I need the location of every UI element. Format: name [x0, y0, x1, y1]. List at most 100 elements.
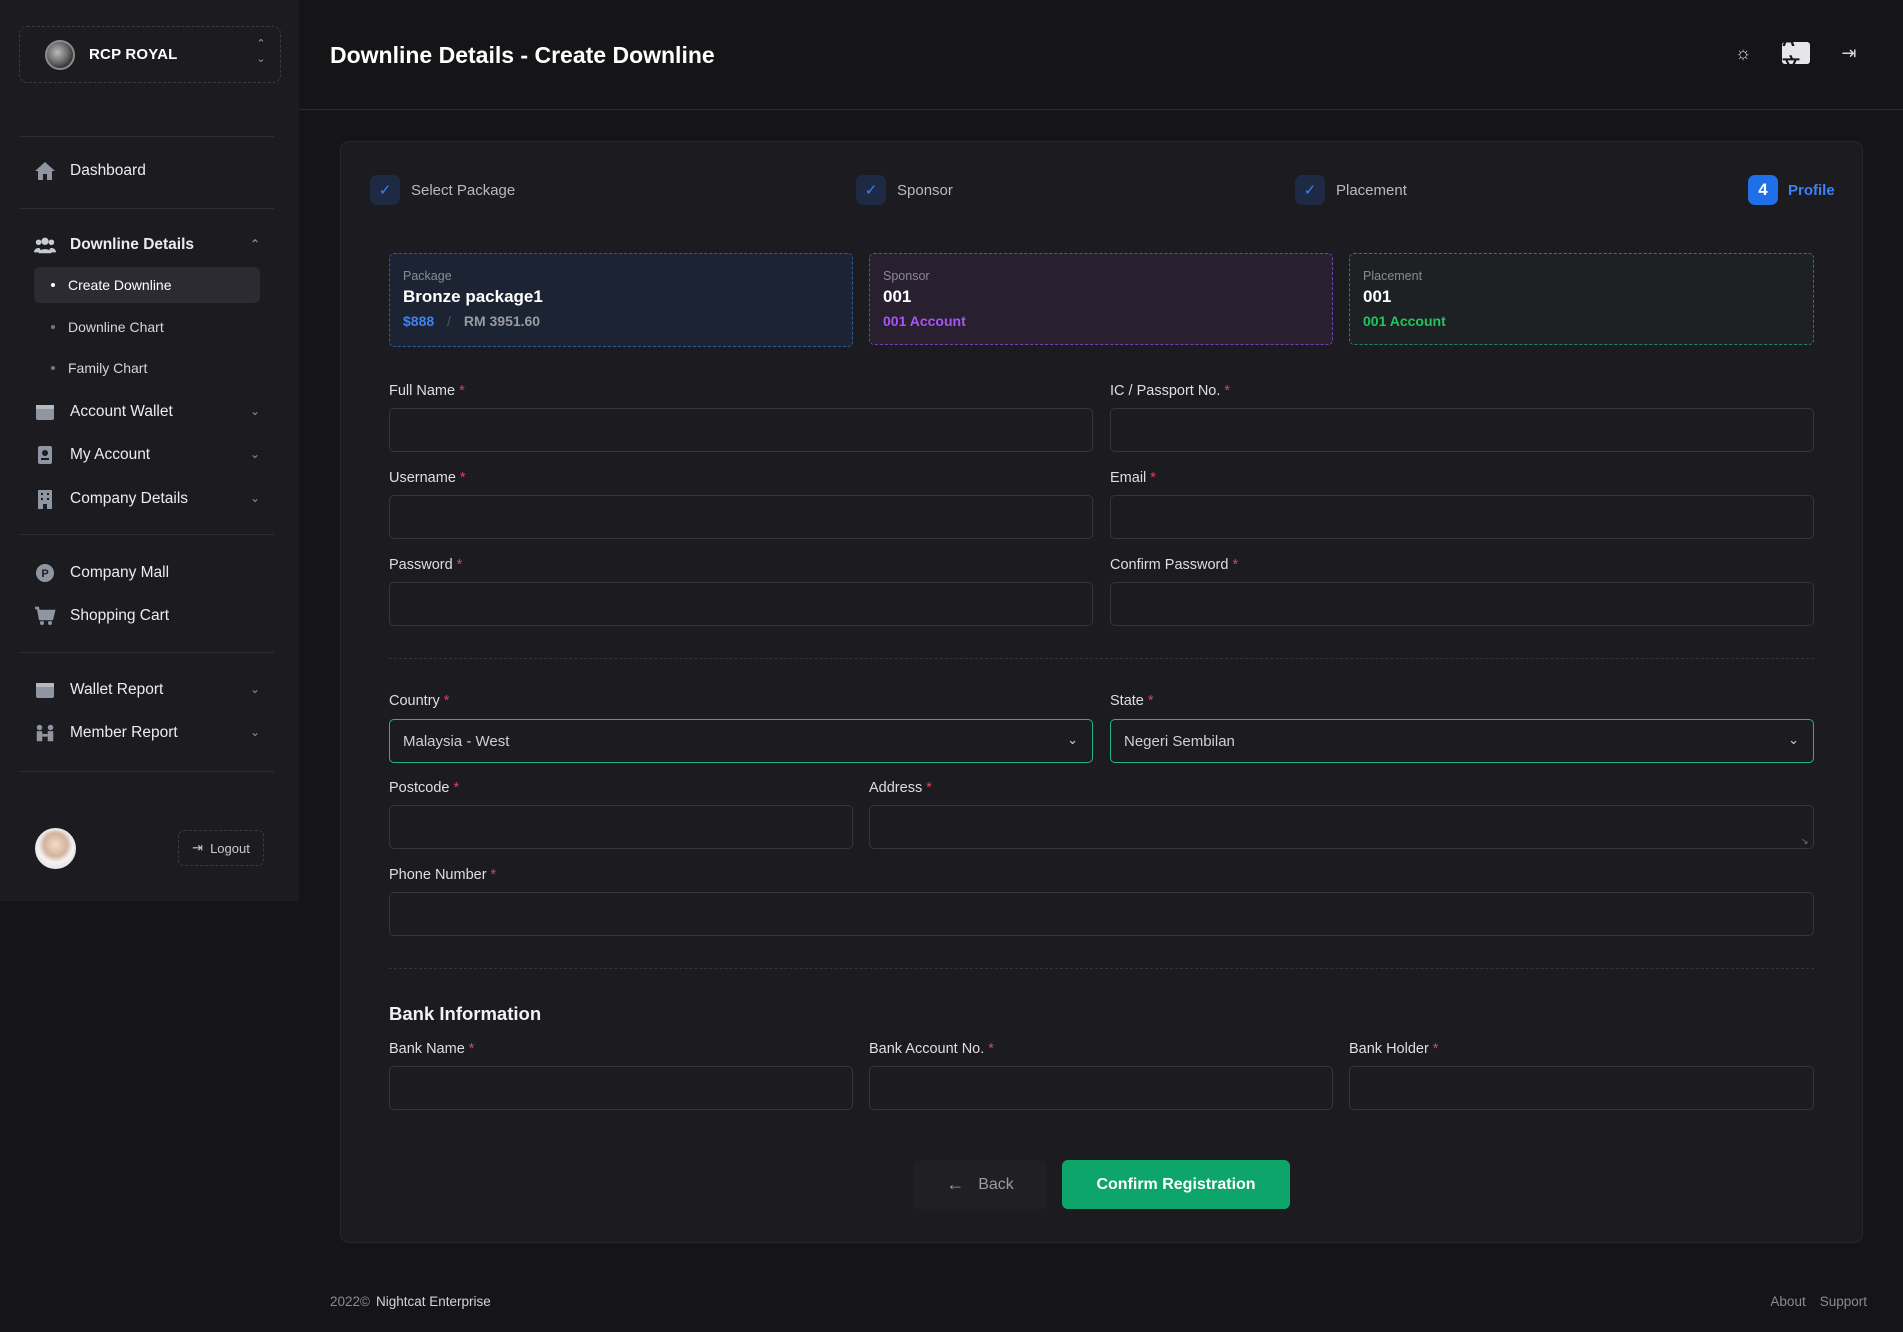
resize-handle-icon[interactable]: ↘ — [1801, 836, 1811, 846]
step-sponsor[interactable]: ✓ Sponsor — [856, 175, 953, 205]
sidebar-item-downline-details[interactable]: Downline Details ⌃ — [34, 230, 274, 260]
confirm-password-input[interactable] — [1110, 582, 1814, 626]
step-number: 4 — [1748, 175, 1778, 205]
sidebar-subitem-label: Create Downline — [68, 277, 172, 293]
email-input[interactable] — [1110, 495, 1814, 539]
sidebar-subitem-label: Family Chart — [68, 360, 148, 376]
summary-label: Package — [403, 269, 452, 283]
address-label: Address * — [869, 780, 932, 796]
price-separator: / — [447, 313, 451, 329]
mall-icon: P — [34, 563, 56, 583]
brand-logo — [45, 39, 75, 70]
sidebar-item-account-wallet[interactable]: Account Wallet ⌄ — [34, 397, 274, 427]
username-input[interactable] — [389, 495, 1093, 539]
confirm-registration-button[interactable]: Confirm Registration — [1062, 1160, 1290, 1209]
page-title: Downline Details - Create Downline — [330, 42, 715, 68]
theme-toggle-icon[interactable]: ☼ — [1729, 42, 1757, 64]
sidebar-divider — [19, 652, 274, 653]
check-icon: ✓ — [856, 175, 886, 205]
sponsor-summary: Sponsor 001 001 Account — [869, 253, 1333, 345]
logout-icon[interactable]: ⇥ — [1835, 42, 1863, 64]
password-label: Password * — [389, 557, 463, 573]
sidebar-subitem-family-chart[interactable]: Family Chart — [34, 350, 260, 386]
bullet-icon — [51, 325, 55, 329]
sidebar-logout-button[interactable]: ⇥ Logout — [178, 830, 264, 866]
summary-label: Placement — [1363, 269, 1423, 283]
ic-passport-label: IC / Passport No. * — [1110, 383, 1231, 399]
users-icon — [34, 235, 56, 255]
phone-input[interactable] — [389, 892, 1814, 936]
wallet-icon — [34, 402, 56, 422]
sidebar-item-shopping-cart[interactable]: Shopping Cart — [34, 601, 274, 631]
username-label: Username * — [389, 470, 466, 486]
bank-account-label: Bank Account No. * — [869, 1041, 994, 1057]
package-price: $888 / RM 3951.60 — [403, 313, 839, 329]
placement-account: 001 Account — [1363, 313, 1446, 329]
back-label: Back — [978, 1175, 1014, 1193]
footer-company[interactable]: Nightcat Enterprise — [376, 1294, 491, 1309]
sponsor-id: 001 — [883, 287, 912, 306]
postcode-input[interactable] — [389, 805, 853, 849]
state-label: State * — [1110, 693, 1154, 709]
sidebar-item-wallet-report[interactable]: Wallet Report ⌄ — [34, 675, 274, 705]
summary-label: Sponsor — [883, 269, 930, 283]
chevron-down-icon: ⌄ — [1067, 732, 1078, 747]
sidebar-item-member-report[interactable]: Member Report ⌄ — [34, 718, 274, 748]
placement-id: 001 — [1363, 287, 1392, 306]
bank-holder-input[interactable] — [1349, 1066, 1814, 1110]
sidebar-item-label: Account Wallet — [70, 403, 173, 420]
bank-name-input[interactable] — [389, 1066, 853, 1110]
footer-year: 2022© — [330, 1294, 370, 1309]
footer-copyright: 2022© Nightcat Enterprise — [330, 1294, 491, 1309]
package-price-usd: $888 — [403, 313, 435, 329]
confirm-password-label: Confirm Password * — [1110, 557, 1239, 573]
sidebar-item-label: Wallet Report — [70, 681, 164, 698]
step-select-package[interactable]: ✓ Select Package — [370, 175, 515, 205]
bank-holder-label: Bank Holder * — [1349, 1041, 1439, 1057]
footer-link-support[interactable]: Support — [1820, 1294, 1867, 1309]
arrow-left-icon: ← — [946, 1174, 965, 1194]
check-icon: ✓ — [1295, 175, 1325, 205]
package-price-rm: RM 3951.60 — [463, 313, 541, 329]
ic-passport-input[interactable] — [1110, 408, 1814, 452]
password-input[interactable] — [389, 582, 1093, 626]
sidebar-item-my-account[interactable]: My Account ⌄ — [34, 440, 274, 470]
sidebar-divider — [19, 771, 274, 772]
brand-switcher[interactable]: RCP ROYAL ⌃ ⌄ — [19, 26, 281, 83]
sidebar-item-company-mall[interactable]: P Company Mall — [34, 558, 274, 588]
country-label: Country * — [389, 693, 450, 709]
step-label: Profile — [1788, 181, 1835, 199]
bank-account-input[interactable] — [869, 1066, 1333, 1110]
sidebar-subitem-downline-chart[interactable]: Downline Chart — [34, 309, 260, 345]
country-select[interactable]: Malaysia - West ⌄ — [389, 719, 1093, 763]
back-button[interactable]: ← Back — [913, 1160, 1047, 1209]
address-textarea[interactable]: ↘ — [869, 805, 1814, 849]
sidebar-item-label: Dashboard — [70, 162, 146, 179]
topbar-actions: ☼ A文 ⇥ — [1729, 30, 1863, 75]
sidebar-item-label: Downline Details — [70, 236, 195, 253]
avatar[interactable] — [35, 828, 76, 869]
sidebar-item-dashboard[interactable]: Dashboard — [34, 156, 274, 186]
sidebar-subitem-create-downline[interactable]: Create Downline — [34, 267, 260, 303]
chevron-down-icon: ⌄ — [1788, 732, 1799, 747]
language-icon[interactable]: A文 — [1782, 30, 1810, 75]
step-profile[interactable]: 4 Profile — [1748, 175, 1835, 205]
full-name-input[interactable] — [389, 408, 1093, 452]
full-name-label: Full Name * — [389, 383, 465, 399]
chevron-up-down-icon: ⌃ ⌄ — [256, 38, 266, 65]
sidebar: RCP ROYAL ⌃ ⌄ Dashboard Downline Details … — [0, 0, 299, 901]
sidebar-item-label: Shopping Cart — [70, 607, 170, 624]
email-label: Email * — [1110, 470, 1156, 486]
step-placement[interactable]: ✓ Placement — [1295, 175, 1407, 205]
step-label: Placement — [1336, 181, 1407, 199]
phone-label: Phone Number * — [389, 867, 497, 883]
country-value: Malaysia - West — [403, 732, 510, 750]
sidebar-item-company-details[interactable]: Company Details ⌄ — [34, 484, 274, 514]
state-select[interactable]: Negeri Sembilan ⌄ — [1110, 719, 1814, 763]
sidebar-item-label: Company Details — [70, 490, 189, 507]
step-label: Sponsor — [897, 181, 953, 199]
footer-links: About Support — [1770, 1294, 1867, 1309]
members-icon — [34, 723, 56, 743]
sidebar-subitem-label: Downline Chart — [68, 319, 164, 335]
footer-link-about[interactable]: About — [1770, 1294, 1805, 1309]
